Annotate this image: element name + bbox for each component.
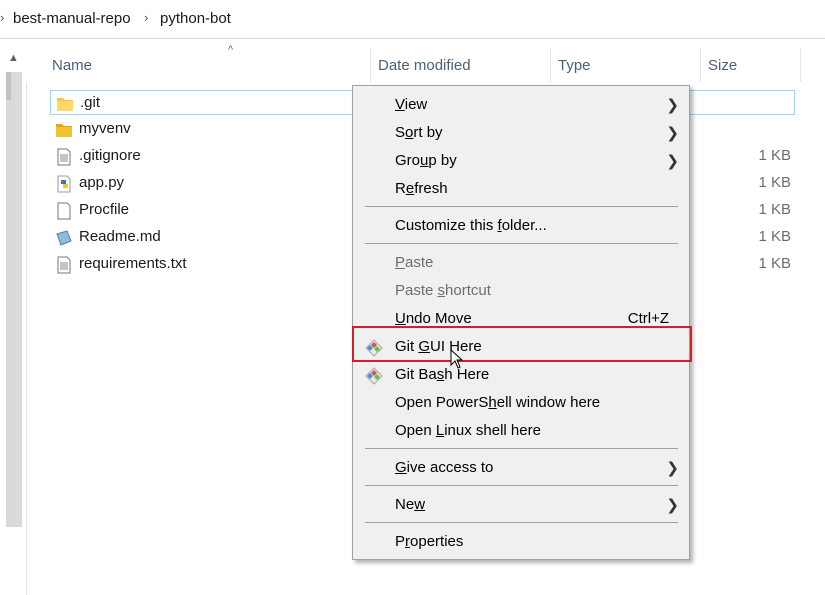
submenu-arrow-icon: ❯ (666, 153, 679, 170)
menu-item-customize-folder[interactable]: Customize this folder... (353, 212, 691, 240)
menu-item-paste[interactable]: Paste (353, 249, 691, 277)
vertical-scrollbar[interactable] (6, 72, 22, 527)
menu-separator (365, 448, 678, 449)
context-menu: View ❯ Sort by ❯ Group by ❯ Refresh Cust… (352, 85, 690, 560)
column-divider[interactable] (550, 48, 551, 82)
file-name: myvenv (79, 120, 131, 137)
column-header-size[interactable]: Size (708, 57, 737, 74)
menu-shortcut-text: Ctrl+Z (627, 310, 669, 327)
file-size: 1 KB (758, 174, 791, 191)
menu-item-label: Group by (395, 152, 457, 169)
menu-item-label: Paste (395, 254, 434, 271)
column-divider[interactable] (370, 48, 371, 82)
scroll-up-arrow-icon[interactable]: ▲ (8, 52, 19, 64)
menu-separator (365, 243, 678, 244)
menu-separator (365, 485, 678, 486)
menu-item-properties[interactable]: Properties (353, 528, 691, 556)
scrollbar-thumb[interactable] (6, 72, 11, 100)
menu-item-refresh[interactable]: Refresh (353, 175, 691, 203)
file-name: .gitignore (79, 147, 141, 164)
menu-item-label: New (395, 496, 426, 513)
menu-item-label: Refresh (395, 180, 448, 197)
column-divider[interactable] (800, 48, 801, 82)
menu-item-label: Paste shortcut (395, 282, 491, 299)
file-size: 1 KB (758, 255, 791, 272)
breadcrumb-item-best-manual-repo[interactable]: best-manual-repo (13, 10, 131, 27)
menu-item-new[interactable]: New ❯ (353, 491, 691, 519)
submenu-arrow-icon: ❯ (666, 125, 679, 142)
file-name: app.py (79, 174, 125, 191)
menu-item-label: View (395, 96, 428, 113)
file-size: 1 KB (758, 147, 791, 164)
menu-item-open-linux-shell[interactable]: Open Linux shell here (353, 417, 691, 445)
git-bash-icon (365, 367, 383, 385)
sort-ascending-icon: ^ (228, 44, 234, 56)
column-divider[interactable] (700, 48, 701, 82)
file-name: requirements.txt (79, 255, 187, 272)
text-file-icon (57, 148, 71, 166)
menu-item-label: Properties (395, 533, 464, 550)
submenu-arrow-icon: ❯ (666, 460, 679, 477)
column-header-date-modified[interactable]: Date modified (378, 57, 471, 74)
file-name: Readme.md (79, 228, 161, 245)
menu-separator (365, 522, 678, 523)
menu-item-label: Undo Move (395, 310, 472, 327)
file-size: 1 KB (758, 201, 791, 218)
menu-item-view[interactable]: View ❯ (353, 91, 691, 119)
file-name: .git (80, 94, 101, 111)
menu-item-label: Sort by (395, 124, 443, 141)
menu-item-git-bash-here[interactable]: Git Bash Here (353, 361, 691, 389)
folder-icon (56, 124, 72, 137)
chevron-right-icon[interactable]: › (144, 10, 148, 25)
menu-separator (365, 206, 678, 207)
submenu-arrow-icon: ❯ (666, 97, 679, 114)
menu-item-label: Open PowerShell window here (395, 394, 601, 411)
menu-item-sort-by[interactable]: Sort by ❯ (353, 119, 691, 147)
menu-item-label: Open Linux shell here (395, 422, 541, 439)
menu-item-paste-shortcut[interactable]: Paste shortcut (353, 277, 691, 305)
menu-item-give-access-to[interactable]: Give access to ❯ (353, 454, 691, 482)
menu-item-label: Give access to (395, 459, 494, 476)
submenu-arrow-icon: ❯ (666, 497, 679, 514)
blank-file-icon (57, 202, 71, 220)
text-file-icon (57, 256, 71, 274)
column-header-name[interactable]: Name (52, 57, 92, 74)
menu-item-label: Customize this folder... (395, 217, 547, 234)
menu-item-label: Git Bash Here (395, 366, 490, 383)
file-size: 1 KB (758, 228, 791, 245)
column-header-type[interactable]: Type (558, 57, 591, 74)
menu-item-open-powershell[interactable]: Open PowerShell window here (353, 389, 691, 417)
file-name: Procfile (79, 201, 130, 218)
address-bar[interactable]: › best-manual-repo › python-bot (0, 0, 825, 39)
highlight-annotation-box (352, 326, 692, 362)
markdown-file-icon (56, 230, 72, 246)
column-header-row: ^ Name Date modified Type Size (26, 44, 801, 82)
menu-item-group-by[interactable]: Group by ❯ (353, 147, 691, 175)
python-file-icon (57, 175, 71, 193)
chevron-right-icon[interactable]: › (0, 10, 4, 25)
mouse-pointer-icon (450, 349, 463, 369)
folder-icon (57, 98, 73, 111)
breadcrumb-item-python-bot[interactable]: python-bot (160, 10, 231, 27)
